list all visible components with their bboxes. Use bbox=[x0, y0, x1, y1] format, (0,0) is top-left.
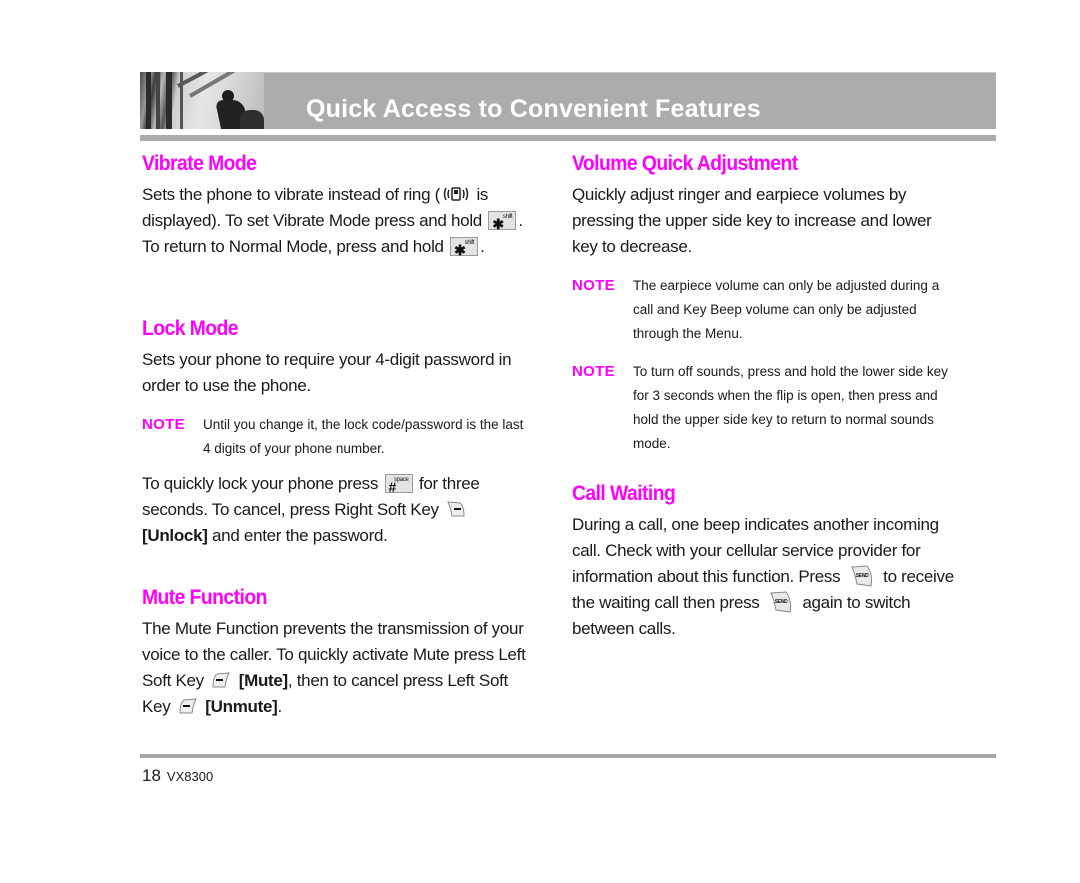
star-shift-key-icon: ✱ shift bbox=[450, 237, 479, 258]
note-label: NOTE bbox=[142, 416, 185, 433]
star-shift-key-icon: ✱ shift bbox=[488, 211, 517, 232]
svg-text:SEND: SEND bbox=[775, 599, 788, 605]
left-soft-key-icon bbox=[179, 698, 197, 714]
section-call-waiting: Call Waiting During a call, one beep ind… bbox=[572, 482, 957, 642]
section-body: Quickly adjust ringer and earpiece volum… bbox=[572, 185, 932, 256]
note: NOTE The earpiece volume can only be adj… bbox=[572, 274, 957, 346]
header-bar: Quick Access to Convenient Features bbox=[264, 72, 996, 129]
section-title: Lock Mode bbox=[142, 317, 238, 340]
footer-divider bbox=[140, 754, 996, 758]
section-title: Mute Function bbox=[142, 586, 267, 609]
section-lock-mode: Lock Mode Sets your phone to require you… bbox=[142, 317, 532, 549]
note-label: NOTE bbox=[572, 363, 615, 380]
section-body: Sets the phone to vibrate instead of rin… bbox=[142, 185, 523, 258]
svg-text:SEND: SEND bbox=[855, 573, 868, 579]
page-footer: 18 VX8300 bbox=[142, 766, 213, 786]
section-mute-function: Mute Function The Mute Function prevents… bbox=[142, 586, 532, 720]
note-text: To turn off sounds, press and hold the l… bbox=[633, 364, 948, 451]
section-body: Sets your phone to require your 4-digit … bbox=[142, 350, 512, 395]
section-vibrate-mode: Vibrate Mode Sets the phone to vibrate i… bbox=[142, 152, 532, 260]
section-title: Volume Quick Adjustment bbox=[572, 152, 798, 175]
note: NOTE Until you change it, the lock code/… bbox=[142, 413, 532, 461]
vibrate-icon bbox=[443, 187, 469, 201]
note-text: Until you change it, the lock code/passw… bbox=[203, 417, 524, 456]
right-soft-key-icon bbox=[447, 501, 465, 517]
note-label: NOTE bbox=[572, 277, 615, 294]
page-number: 18 bbox=[142, 766, 161, 785]
section-body: To quickly lock your phone press # space … bbox=[142, 474, 480, 545]
left-soft-key-icon bbox=[212, 672, 231, 688]
model-name: VX8300 bbox=[166, 769, 214, 784]
header-photo bbox=[140, 72, 264, 129]
send-key-icon: SEND bbox=[850, 565, 872, 587]
page-title: Quick Access to Convenient Features bbox=[306, 95, 761, 123]
section-body: During a call, one beep indicates anothe… bbox=[572, 515, 954, 638]
section-body: The Mute Function prevents the transmiss… bbox=[142, 619, 526, 716]
section-title: Vibrate Mode bbox=[142, 152, 257, 175]
section-volume-quick-adjustment: Volume Quick Adjustment Quickly adjust r… bbox=[572, 152, 957, 456]
section-header: Quick Access to Convenient Features bbox=[140, 72, 996, 129]
note: NOTE To turn off sounds, press and hold … bbox=[572, 360, 957, 456]
send-key-icon: SEND bbox=[770, 591, 791, 613]
note-text: The earpiece volume can only be adjusted… bbox=[633, 278, 940, 341]
pound-space-key-icon: # space bbox=[384, 474, 413, 495]
header-divider bbox=[140, 135, 996, 141]
section-title: Call Waiting bbox=[572, 482, 676, 505]
